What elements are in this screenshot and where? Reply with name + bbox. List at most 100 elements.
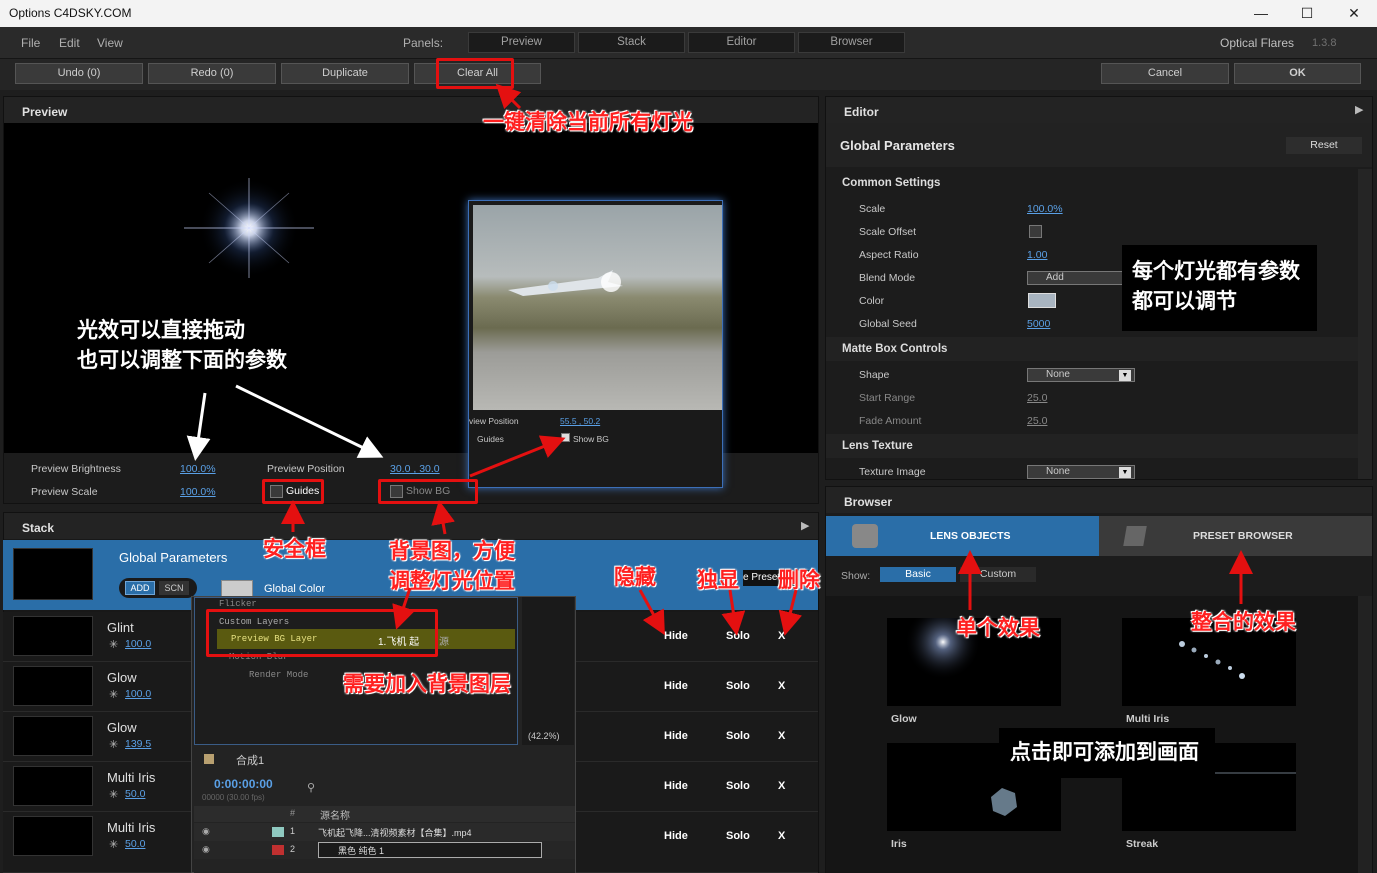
annotation-params-box: 每个灯光都有参数 都可以调节 [1122,245,1317,331]
intensity-icon: ✳ [109,639,119,651]
hide-button[interactable]: Hide [664,830,688,842]
param-label: Fade Amount [859,415,922,427]
param-label: Color [859,295,885,307]
param-value[interactable]: 25.0 [1027,415,1047,427]
panel-tab-browser[interactable]: Browser [798,32,905,53]
add-button[interactable]: ADD [125,581,155,595]
tab-lens-objects-label: LENS OBJECTS [930,530,1011,542]
delete-button[interactable]: X [778,730,785,742]
global-thumb [13,548,93,600]
annotation-solo: 独显 [697,569,739,592]
texture-image-dropdown[interactable]: None ▼ [1027,465,1135,479]
visibility-icon[interactable]: ◉ [202,826,210,837]
hide-button[interactable]: Hide [664,680,688,692]
panel-tab-preview[interactable]: Preview [468,32,575,53]
ae-layer-row[interactable]: ◉ 2 黑色 纯色 1 [194,841,575,859]
stack-row-value[interactable]: 100.0 [125,638,151,650]
browser-panel: Browser LENS OBJECTS PRESET BROWSER Show… [825,486,1373,873]
annotation-drag-box: 光效可以直接拖动 也可以调整下面的参数 [68,304,304,388]
close-icon[interactable]: ✕ [1331,0,1377,27]
annotation-params-1: 每个灯光都有参数 [1132,260,1300,283]
solo-button[interactable]: Solo [726,630,750,642]
scale-offset-checkbox[interactable] [1029,225,1042,238]
delete-button[interactable]: X [778,680,785,692]
tab-preset-browser[interactable]: PRESET BROWSER [1099,516,1372,556]
menu-file[interactable]: File [21,36,40,50]
stack-row-value[interactable]: 139.5 [125,738,151,750]
delete-button[interactable]: X [778,780,785,792]
delete-button[interactable]: X [778,830,785,842]
scn-button[interactable]: SCN [159,581,189,595]
param-label: Scale Offset [859,226,917,238]
cancel-button[interactable]: Cancel [1101,63,1229,84]
blend-mode-dropdown[interactable]: Add [1027,271,1135,285]
inset-preview: view Position 55.5 , 50.2 Guides Show BG [468,200,723,488]
delete-button[interactable]: X [778,630,785,642]
panel-tab-editor[interactable]: Editor [688,32,795,53]
panel-tab-stack[interactable]: Stack [578,32,685,53]
editor-section-title: Global Parameters [840,138,955,153]
param-value[interactable]: 5000 [1027,318,1050,330]
stack-row-value[interactable]: 50.0 [125,838,145,850]
reset-button[interactable]: Reset [1286,137,1362,154]
window-title: Options C4DSKY.COM [9,6,132,20]
solo-button[interactable]: Solo [726,780,750,792]
duplicate-button[interactable]: Duplicate [281,63,409,84]
annotation-need-bg: 需要加入背景图层 [343,673,511,696]
browser-item-label: Multi Iris [1126,713,1170,725]
stack-row-thumb [13,666,93,706]
param-value[interactable]: 1.00 [1027,249,1047,261]
undo-button[interactable]: Undo (0) [15,63,143,84]
search-icon[interactable]: ⚲ [307,781,315,794]
minimize-icon[interactable]: — [1238,0,1284,27]
hide-button[interactable]: Hide [664,780,688,792]
param-value[interactable]: 25.0 [1027,392,1047,404]
editor-section-header: Global Parameters Reset [826,123,1372,167]
chevron-down-icon: ▼ [1119,467,1131,478]
ae-comp-name[interactable]: 合成1 [236,752,264,768]
solo-button[interactable]: Solo [726,680,750,692]
show-basic-button[interactable]: Basic [880,567,956,582]
shape-value: None [1046,369,1070,380]
intensity-icon: ✳ [109,689,119,701]
preview-brightness-value[interactable]: 100.0% [180,463,216,475]
airplane-graphic [508,270,623,296]
tab-lens-objects[interactable]: LENS OBJECTS [826,516,1099,556]
ae-fps: 00000 (30.00 fps) [202,793,265,802]
browser-scrollbar[interactable] [1358,596,1372,873]
show-custom-button[interactable]: Custom [960,567,1036,582]
editor-expand-icon[interactable]: ▶ [1355,103,1363,116]
add-scn-group: ADD SCN [119,578,197,598]
hide-button[interactable]: Hide [664,630,688,642]
lens-flare-graphic[interactable] [174,173,324,283]
stack-row-value[interactable]: 100.0 [125,688,151,700]
solo-button[interactable]: Solo [726,830,750,842]
ae-layer-name[interactable]: 黑色 纯色 1 [338,844,384,857]
highlight-clear-all [436,58,514,89]
stack-row-value[interactable]: 50.0 [125,788,145,800]
redo-button[interactable]: Redo (0) [148,63,276,84]
stack-row-name: Multi Iris [107,770,156,785]
shape-dropdown[interactable]: None ▼ [1027,368,1135,382]
ok-button[interactable]: OK [1234,63,1361,84]
ae-layer-row[interactable]: ◉ 1 飞机起飞降...清视频素材【合集】.mp4 [194,823,575,841]
global-color-label: Global Color [264,583,326,595]
preview-position-value[interactable]: 30.0 , 30.0 [390,463,440,475]
editor-scrollbar[interactable] [1358,169,1372,479]
param-value[interactable]: 100.0% [1027,203,1063,215]
menu-edit[interactable]: Edit [59,36,80,50]
solo-button[interactable]: Solo [726,730,750,742]
maximize-icon[interactable]: ☐ [1284,0,1330,27]
stack-expand-icon[interactable]: ▶ [801,519,809,532]
menu-view[interactable]: View [97,36,123,50]
ae-layer-name[interactable]: 飞机起飞降...清视频素材【合集】.mp4 [318,826,472,839]
hide-button[interactable]: Hide [664,730,688,742]
preview-scale-value[interactable]: 100.0% [180,486,216,498]
browser-item-label: Iris [891,838,907,850]
ae-timecode[interactable]: 0:00:00:00 [214,777,273,791]
color-swatch[interactable] [1028,293,1056,308]
highlight-bg-layer [206,609,438,657]
visibility-icon[interactable]: ◉ [202,844,210,855]
ae-zoom-label[interactable]: (42.2%) [528,731,560,741]
stack-row-thumb [13,716,93,756]
